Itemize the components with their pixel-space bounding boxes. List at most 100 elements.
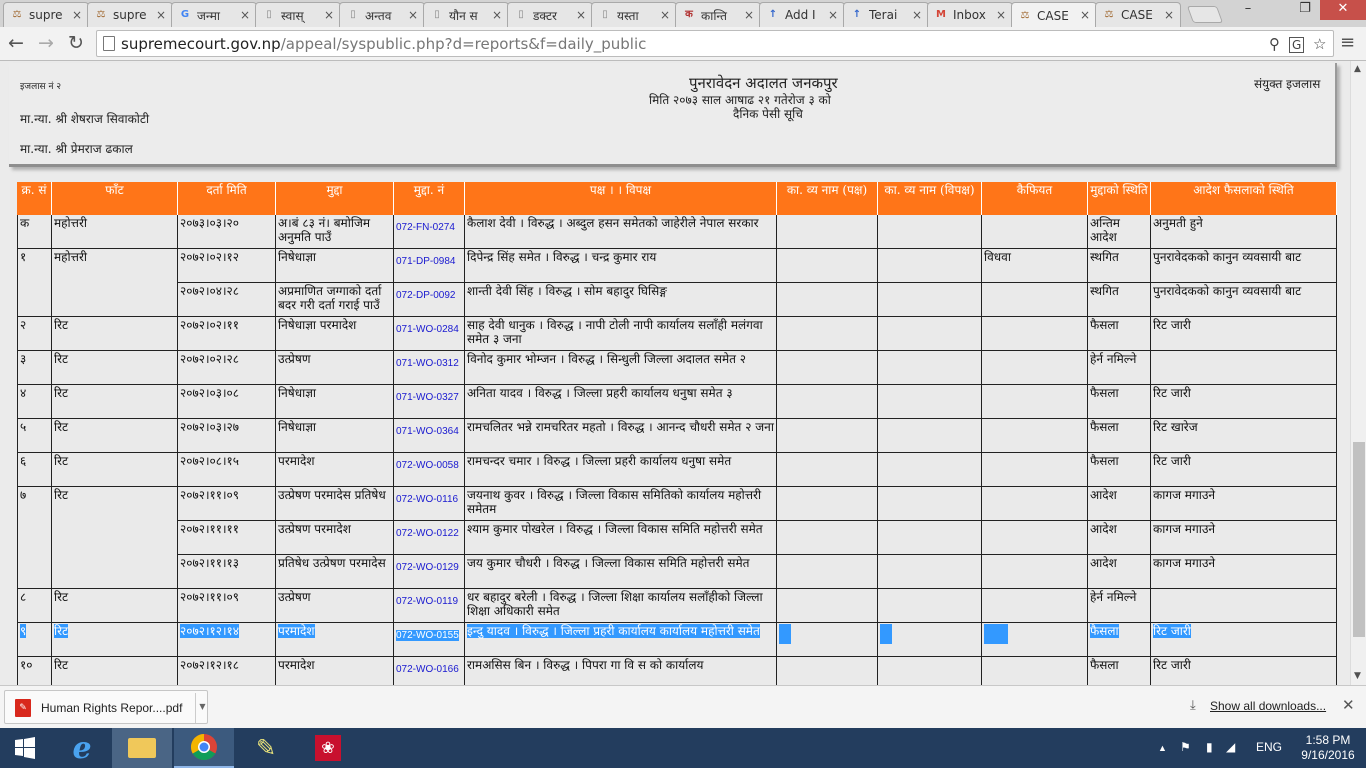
column-header: क्र. सं [17, 182, 52, 215]
close-tab-icon[interactable]: × [72, 8, 82, 22]
network-signal-icon[interactable]: ◢ [1226, 740, 1235, 754]
scroll-up-icon[interactable]: ▲ [1354, 64, 1361, 74]
close-tab-icon[interactable]: × [156, 8, 166, 22]
cell-text: जय कुमार चौधरी । विरुद्ध । जिल्ला विकास … [467, 556, 750, 570]
case-number-cell[interactable]: 072-WO-0122 [394, 521, 465, 555]
cell-text: ६ [20, 454, 27, 468]
window-restore-button[interactable]: ❐ [1290, 0, 1320, 20]
taskbar-file-explorer[interactable] [112, 728, 172, 768]
browser-tab[interactable]: ↑ Add I × [759, 2, 845, 27]
vertical-scrollbar[interactable]: ▲ ▼ [1350, 61, 1366, 685]
case-number-cell[interactable]: 072-WO-0058 [394, 453, 465, 487]
close-tab-icon[interactable]: × [996, 8, 1006, 22]
case-number-cell[interactable]: 071-WO-0312 [394, 351, 465, 385]
window-minimize-button[interactable]: – [1233, 0, 1263, 20]
taskbar-chrome[interactable] [174, 728, 234, 768]
table-row: ६ रिट २०७२।०८।१५ परमादेश 072-WO-0058 रामचन्दर… [17, 453, 1337, 487]
close-shelf-icon[interactable]: ✕ [1342, 696, 1355, 714]
back-button[interactable]: ← [4, 32, 28, 56]
browser-tab[interactable]: ↑ Terai × [843, 2, 929, 27]
url-host: supremecourt.gov.np [121, 35, 281, 53]
scales-icon: ⚖ [1020, 9, 1030, 21]
taskbar-paint[interactable]: ✎ [236, 728, 296, 768]
browser-tab[interactable]: ⚖ CASE × [1095, 2, 1181, 27]
case-number-cell[interactable]: 071-DP-0984 [394, 249, 465, 283]
battery-icon[interactable]: ▮ [1206, 740, 1213, 754]
table-row: २०७२।११।१३ प्रतिषेध उत्प्रेषण परमादेस 072-… [17, 555, 1337, 589]
close-tab-icon[interactable]: × [1164, 8, 1174, 22]
close-tab-icon[interactable]: × [240, 8, 250, 22]
reload-button[interactable]: ↻ [64, 32, 88, 56]
download-item[interactable]: ✎ Human Rights Repor....pdf ▼ [4, 690, 208, 724]
download-options-icon[interactable]: ▼ [195, 693, 209, 723]
cell-text: अनुमती हुने [1153, 216, 1203, 230]
browser-tab[interactable]: क कान्ति × [675, 2, 761, 27]
close-tab-icon[interactable]: × [576, 8, 586, 22]
start-button[interactable] [0, 728, 50, 768]
browser-tab[interactable]: ▯ डक्टर × [507, 2, 593, 27]
url-text[interactable]: supremecourt.gov.np/appeal/syspublic.php… [121, 35, 646, 53]
browser-tab[interactable]: M Inbox × [927, 2, 1013, 27]
new-tab-button[interactable] [1186, 6, 1224, 23]
close-tab-icon[interactable]: × [492, 8, 502, 22]
action-center-flag-icon[interactable]: ⚑ [1180, 740, 1191, 754]
registration-date-cell: २०७२।१२।१८ [178, 657, 276, 685]
system-clock[interactable]: 1:58 PM 9/16/2016 [1298, 733, 1358, 763]
advocate-defendant-cell [878, 589, 982, 623]
star-bookmark-icon[interactable]: ☆ [1313, 35, 1326, 53]
case-type-cell: परमादेश [276, 623, 394, 657]
browser-tab[interactable]: ⚖ supre × [3, 2, 89, 27]
scrollbar-thumb[interactable] [1353, 442, 1365, 637]
translate-icon[interactable]: G [1289, 37, 1305, 53]
advocate-defendant-cell [878, 385, 982, 419]
show-hidden-icons-icon[interactable]: ▲ [1158, 743, 1167, 753]
cell-text: अन्तिम आदेश [1090, 216, 1120, 244]
close-tab-icon[interactable]: × [912, 8, 922, 22]
download-shelf: ✎ Human Rights Repor....pdf ▼ ⤓ Show all… [0, 685, 1366, 728]
browser-tab[interactable]: ▯ यस्ता × [591, 2, 677, 27]
case-number-cell[interactable]: 072-WO-0129 [394, 555, 465, 589]
close-tab-icon[interactable]: × [744, 8, 754, 22]
cell-text: फैसला [1090, 658, 1119, 672]
case-number-cell[interactable]: 071-WO-0327 [394, 385, 465, 419]
case-number-cell[interactable]: 071-WO-0284 [394, 317, 465, 351]
scroll-down-icon[interactable]: ▼ [1354, 671, 1361, 681]
cell-text: विधवा [984, 250, 1011, 264]
chrome-menu-icon[interactable]: ≡ [1340, 32, 1355, 53]
browser-tab[interactable]: ▯ यौन स × [423, 2, 509, 27]
close-tab-icon[interactable]: × [660, 8, 670, 22]
show-all-downloads-link[interactable]: Show all downloads... [1210, 699, 1326, 713]
case-number-cell[interactable]: 072-DP-0092 [394, 283, 465, 317]
window-close-button[interactable]: ✕ [1320, 0, 1366, 20]
taskbar-acrobat[interactable]: ❀ [298, 728, 358, 768]
case-number-cell[interactable]: 072-WO-0116 [394, 487, 465, 521]
close-tab-icon[interactable]: × [828, 8, 838, 22]
chrome-icon [190, 733, 217, 761]
cell-text: 071-DP-0984 [396, 256, 456, 267]
browser-tab[interactable]: ⚖ CASE × [1011, 2, 1097, 28]
page-content: इजलास नं २ पुनरावेदन अदालत जनकपुर मिति २… [0, 61, 1350, 685]
input-language[interactable]: ENG [1256, 740, 1282, 754]
browser-tab[interactable]: ▯ अन्तव × [339, 2, 425, 27]
taskbar-internet-explorer[interactable]: e [52, 728, 112, 768]
cell-text: कागज मगाउने [1153, 556, 1216, 570]
remark-cell [982, 521, 1088, 555]
browser-tab[interactable]: ▯ स्वास् × [255, 2, 341, 27]
address-bar[interactable]: supremecourt.gov.np/appeal/syspublic.php… [96, 30, 1334, 57]
close-tab-icon[interactable]: × [324, 8, 334, 22]
browser-tab[interactable]: G जन्मा × [171, 2, 257, 27]
close-tab-icon[interactable]: × [408, 8, 418, 22]
forward-button[interactable]: → [34, 32, 58, 56]
case-number-cell[interactable]: 072-WO-0119 [394, 589, 465, 623]
case-number-cell[interactable]: 072-FN-0274 [394, 215, 465, 249]
close-tab-icon[interactable]: × [1080, 8, 1090, 22]
case-number-cell[interactable]: 072-WO-0166 [394, 657, 465, 685]
cell-text: जयनाथ कुवर । विरुद्ध । जिल्ला विकास समित… [467, 488, 762, 516]
cell-text: रिट जारी [1153, 454, 1191, 468]
case-number-cell[interactable]: 071-WO-0364 [394, 419, 465, 453]
case-number-cell[interactable]: 072-WO-0155 [394, 623, 465, 657]
cell-text: श्याम कुमार पोखरेल । विरुद्ध । जिल्ला वि… [467, 522, 763, 536]
cell-text: २०७२।११।०९ [180, 590, 240, 604]
zoom-icon[interactable]: ⚲ [1269, 35, 1280, 53]
browser-tab[interactable]: ⚖ supre × [87, 2, 173, 27]
